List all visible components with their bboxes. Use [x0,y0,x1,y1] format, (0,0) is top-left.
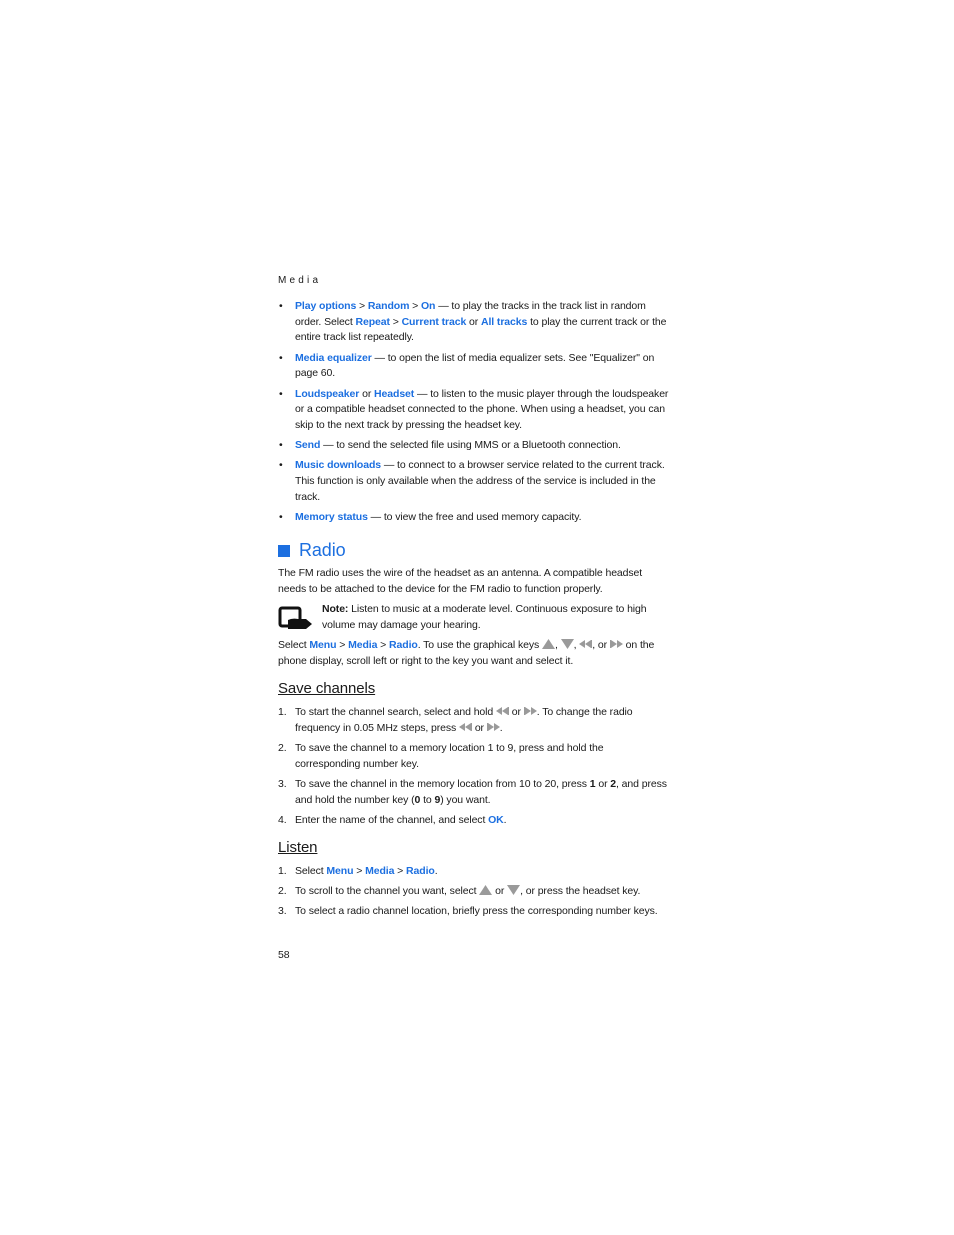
menu-path-term: OK [488,813,504,826]
radio-select-instructions: Select Menu > Media > Radio. To use the … [278,639,655,667]
menu-path-term: Radio [406,865,435,877]
number-key: 9 [434,793,441,806]
step-item: 4. Enter the name of the channel, and sel… [278,813,507,826]
menu-path-term: All tracks [480,315,528,328]
list-item: Music downloads — to connect to a browse… [278,458,670,505]
list-item: Play options > Random > On — to play the… [278,299,670,346]
menu-path-term: Current track [401,315,467,328]
menu-path-term: Play options [295,300,357,312]
list-item: Send — to send the selected file using M… [278,438,670,454]
menu-path-term: Radio [389,639,418,651]
number-key: 0 [414,793,421,806]
number-key: 2 [610,777,617,790]
menu-path-term: Media [348,639,378,651]
listen-steps: 1. Select Menu > Media > Radio. 2. To scro… [278,864,670,925]
listen-heading: Listen [278,839,318,856]
menu-path-term: Menu [309,639,337,651]
radio-heading: Radio [278,540,346,560]
step-item: 1. Select Menu > Media > Radio. [278,865,438,877]
step-item: 2. To save the channel to a memory locati… [278,741,604,770]
list-item: Media equalizer — to open the list of me… [278,351,670,382]
down-arrow-key-icon [560,639,574,649]
fast-forward-key-icon [523,707,537,715]
page-number: 58 [278,949,290,961]
radio-intro: The FM radio uses the wire of the headse… [278,567,643,595]
save-channels-steps: 1. To start the channel search, select an… [278,705,670,833]
list-item: Loudspeaker or Headset — to listen to th… [278,387,670,434]
menu-path-term: Media [365,865,395,877]
down-arrow-key-icon [507,885,521,896]
step-item: 3. To select a radio channel location, br… [278,905,658,918]
menu-path-term: Media equalizer [295,351,372,364]
up-arrow-key-icon [479,885,493,896]
up-arrow-key-icon [541,639,555,649]
menu-path-term: Repeat [355,315,390,328]
rewind-key-icon [579,640,593,648]
menu-path-term: Music downloads [295,459,382,472]
step-item: 1. To start the channel search, select an… [278,706,633,734]
menu-path-term: Memory status [295,510,368,523]
menu-path-term: Random [367,300,410,312]
menu-path-term: Send [295,439,321,452]
rewind-key-icon [459,722,472,731]
options-list: Play options > Random > On — to play the… [278,299,670,530]
menu-path-term: Loudspeaker [295,387,360,400]
note-hand-icon [278,606,312,629]
radio-title: Radio [299,540,346,560]
menu-path-term: Menu [326,865,354,877]
section-header: Media [278,275,322,286]
step-item: 3. To save the channel in the memory loca… [278,777,667,806]
fast-forward-key-icon [486,722,500,731]
list-item: Memory status — to view the free and use… [278,510,670,526]
heading-square-icon [278,544,290,557]
step-item: 2. To scroll to the channel you want, sel… [278,885,641,898]
note-text: Listen to music at a moderate level. Con… [322,603,647,631]
note-label: Note: [322,603,349,615]
menu-path-term: On [420,300,436,312]
rewind-key-icon [495,707,509,715]
save-channels-heading: Save channels [278,680,376,697]
number-key: 1 [589,777,596,790]
fast-forward-key-icon [609,640,623,648]
menu-path-term: Headset [374,387,415,400]
